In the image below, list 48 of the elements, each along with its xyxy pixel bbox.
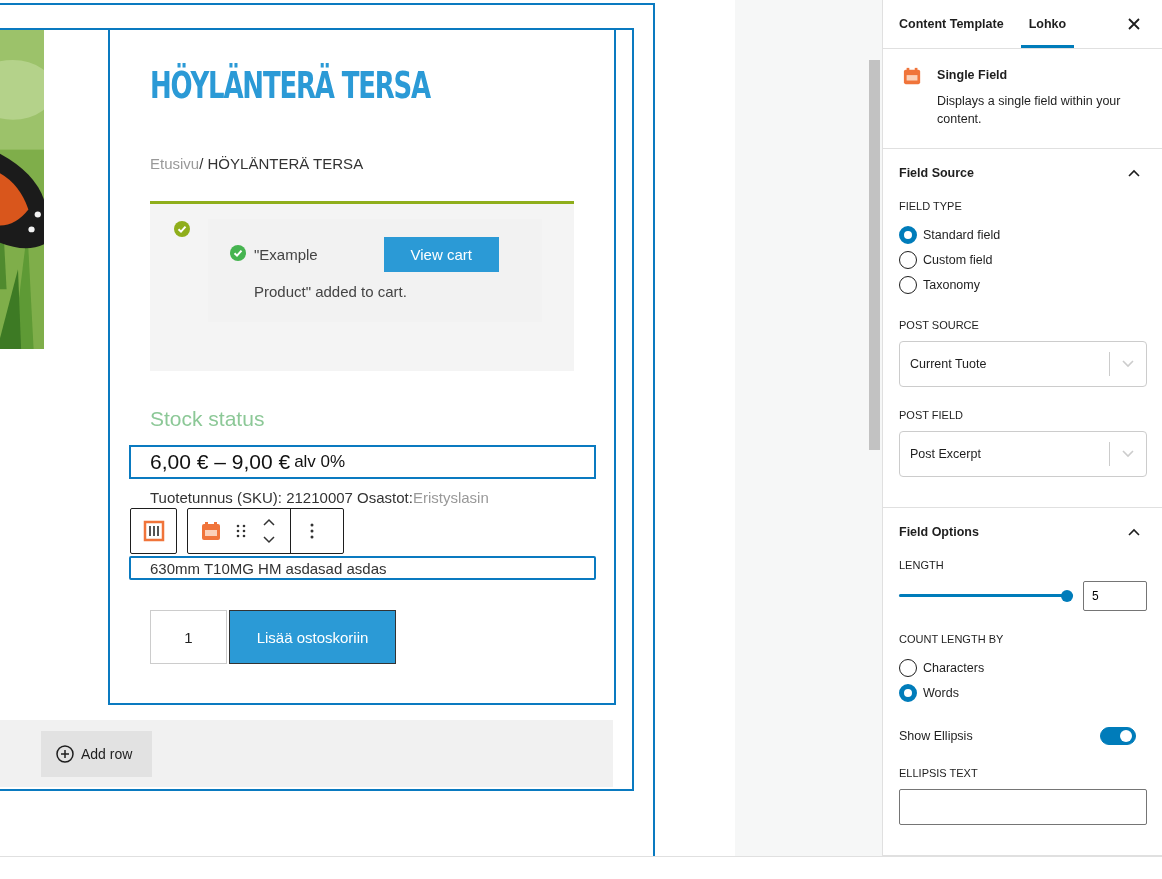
move-arrows-icon[interactable]	[261, 516, 277, 546]
panel-header[interactable]: Field Source	[883, 149, 1162, 196]
field-label: POST FIELD	[899, 409, 964, 421]
block-description: Displays a single field within your content.	[937, 93, 1122, 128]
parent-block-button[interactable]	[130, 508, 177, 554]
close-icon[interactable]	[1127, 17, 1141, 31]
scrollbar[interactable]	[869, 60, 880, 450]
product-meta: Tuotetunnus (SKU): 21210007 Osastot:	[150, 489, 413, 506]
chevron-down-icon	[1122, 450, 1134, 458]
chevron-down-icon	[1122, 360, 1134, 368]
add-row-button[interactable]: Add row	[41, 730, 152, 777]
breadcrumb-current: / HÖYLÄNTERÄ TERSA	[199, 155, 364, 172]
more-options-icon[interactable]	[309, 522, 315, 540]
quantity-field[interactable]: 1	[150, 610, 227, 664]
select-field[interactable]: Current Tuote	[899, 341, 1147, 387]
number-field[interactable]: 5	[1083, 581, 1147, 611]
calendar-icon	[903, 66, 922, 86]
radio-option[interactable]: Characters	[899, 655, 1147, 680]
product-title: HÖYLÄNTERÄ TERSA	[150, 64, 431, 107]
price-suffix: alv 0%	[294, 452, 346, 472]
notice-text: Product" added to cart.	[254, 283, 408, 300]
radio-option[interactable]: Taxonomy	[899, 272, 1147, 297]
field-label: COUNT LENGTH BY	[899, 633, 1005, 645]
check-icon	[230, 245, 246, 261]
toggle-switch[interactable]	[1100, 727, 1136, 745]
check-icon	[174, 221, 190, 237]
drag-handle-icon[interactable]	[235, 523, 247, 539]
excerpt-text: 630mm T10MG HM asdasad asdas	[150, 559, 387, 577]
radio-option[interactable]: Custom field	[899, 247, 1147, 272]
field-label: POST SOURCE	[899, 319, 980, 331]
calendar-icon	[201, 521, 221, 541]
field-label: LENGTH	[899, 559, 945, 571]
panel-header[interactable]: Field Options	[883, 508, 1162, 555]
select-field[interactable]: Post Excerpt	[899, 431, 1147, 477]
sidebar-tab[interactable]: Lohko	[1020, 0, 1075, 48]
radio-option[interactable]: Standard field	[899, 222, 1147, 247]
price-range: 6,00 € – 9,00 €	[150, 450, 291, 474]
sidebar-tab[interactable]: Content Template	[891, 0, 1012, 48]
text-field[interactable]	[899, 789, 1147, 825]
plus-circle-icon	[55, 743, 75, 764]
columns-icon	[142, 520, 165, 542]
toggle-label: Show Ellipsis	[899, 729, 973, 743]
radio-option[interactable]: Words	[899, 680, 1147, 705]
field-label: FIELD TYPE	[899, 200, 963, 212]
notice-text: "Example	[254, 246, 318, 263]
stock-status-heading: Stock status	[150, 407, 266, 431]
field-label: ELLIPSIS TEXT	[899, 767, 979, 779]
block-title: Single Field	[937, 68, 1009, 82]
